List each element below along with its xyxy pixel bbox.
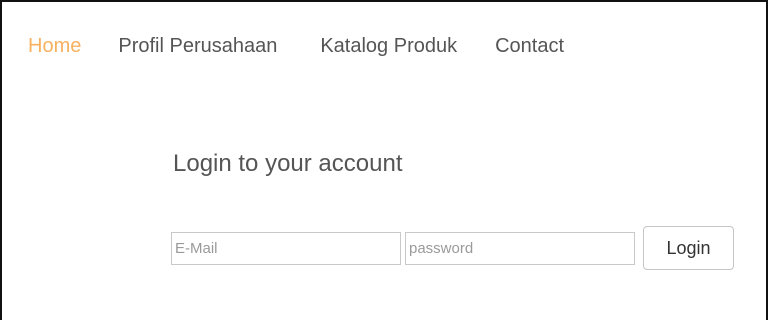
main-navigation: Home Profil Perusahaan Katalog Produk Co…	[28, 31, 564, 61]
nav-item-contact[interactable]: Contact	[495, 31, 564, 61]
login-button[interactable]: Login	[643, 226, 734, 270]
nav-item-home[interactable]: Home	[28, 31, 81, 61]
nav-item-katalog-produk[interactable]: Katalog Produk	[320, 31, 457, 61]
page-frame: Home Profil Perusahaan Katalog Produk Co…	[0, 0, 768, 320]
email-input[interactable]	[171, 232, 401, 265]
password-input[interactable]	[405, 232, 635, 265]
login-title: Login to your account	[173, 150, 403, 177]
nav-item-profil-perusahaan[interactable]: Profil Perusahaan	[118, 31, 277, 61]
